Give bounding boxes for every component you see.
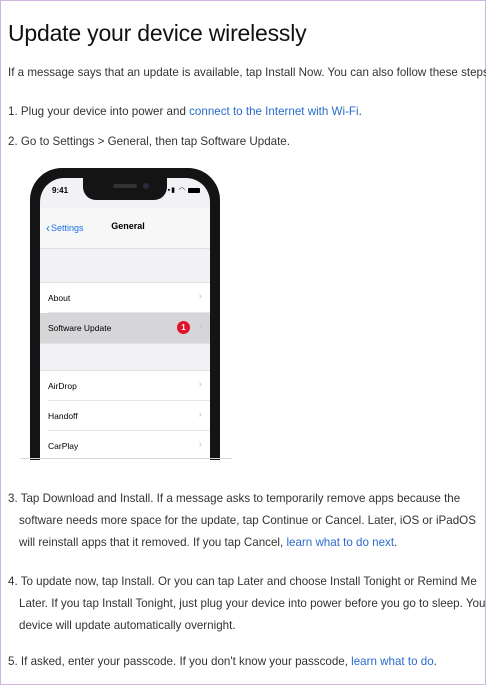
chevron-right-icon: › [198,379,202,390]
settings-row-handoff[interactable]: Handoff › [40,401,210,431]
chevron-right-icon: › [198,321,202,332]
row-label: AirDrop [48,381,77,391]
step-number: 5. [8,655,18,668]
row-label: About [48,293,71,303]
settings-navbar: ‹Settings General [40,208,210,249]
row-label: CarPlay [48,441,79,451]
status-time: 9:41 [52,186,69,195]
step-number: 3. [8,492,18,505]
nav-title: General [111,221,145,231]
step-punct: . [394,536,398,549]
settings-row-about[interactable]: About › [40,283,210,313]
step-text: Tap Download and Install. If a message a… [19,492,476,549]
learn-next-link[interactable]: learn what to do next [286,536,394,549]
step-text: To update now, tap Install. Or you can t… [19,575,486,632]
step-punct: . [358,105,362,118]
step-5: 5. If asked, enter your passcode. If you… [8,651,482,673]
wifi-icon: ◠ [178,187,186,194]
phone-screen: 9:41 ▪▪▮ ◠ ‹Settings General About › Sof… [40,178,210,460]
step-4: 4. To update now, tap Install. Or you ca… [8,571,486,637]
step-punct: . [433,655,437,668]
figure-divider [20,458,232,459]
settings-row-airdrop[interactable]: AirDrop › [40,371,210,401]
step-3: 3. Tap Download and Install. If a messag… [8,488,486,554]
page-title: Update your device wirelessly [8,20,307,46]
step-2: 2. Go to Settings > General, then tap So… [8,131,482,153]
row-label: Software Update [48,323,112,333]
step-text: Plug your device into power and [20,105,190,118]
step-number: 4. [8,575,18,588]
speaker-grille [113,184,137,188]
step-1: 1. Plug your device into power and conne… [8,101,482,123]
chevron-right-icon: › [198,409,202,420]
settings-row-carplay[interactable]: CarPlay › [40,431,210,460]
iphone-illustration: 9:41 ▪▪▮ ◠ ‹Settings General About › Sof… [30,168,220,460]
status-icons: ▪▪▮ ◠ [164,186,200,194]
step-text: Go to Settings > General, then tap Softw… [20,135,290,148]
settings-group-2: AirDrop › Handoff › CarPlay › [40,370,210,460]
wifi-help-link[interactable]: connect to the Internet with Wi-Fi [189,105,358,118]
chevron-right-icon: › [198,291,202,302]
front-camera [143,183,149,189]
step-text: If asked, enter your passcode. If you do… [20,655,352,668]
chevron-right-icon: › [198,439,202,450]
phone-notch [83,178,167,200]
row-label: Handoff [48,411,78,421]
settings-group-1: About › Software Update 1 › [40,282,210,344]
update-badge: 1 [177,321,190,334]
step-number: 2. [8,135,18,148]
intro-paragraph: If a message says that an update is avai… [8,66,486,79]
battery-icon [188,187,200,193]
passcode-help-link[interactable]: learn what to do [351,655,434,668]
settings-row-software-update[interactable]: Software Update 1 › [40,313,210,343]
step-number: 1. [8,105,18,118]
